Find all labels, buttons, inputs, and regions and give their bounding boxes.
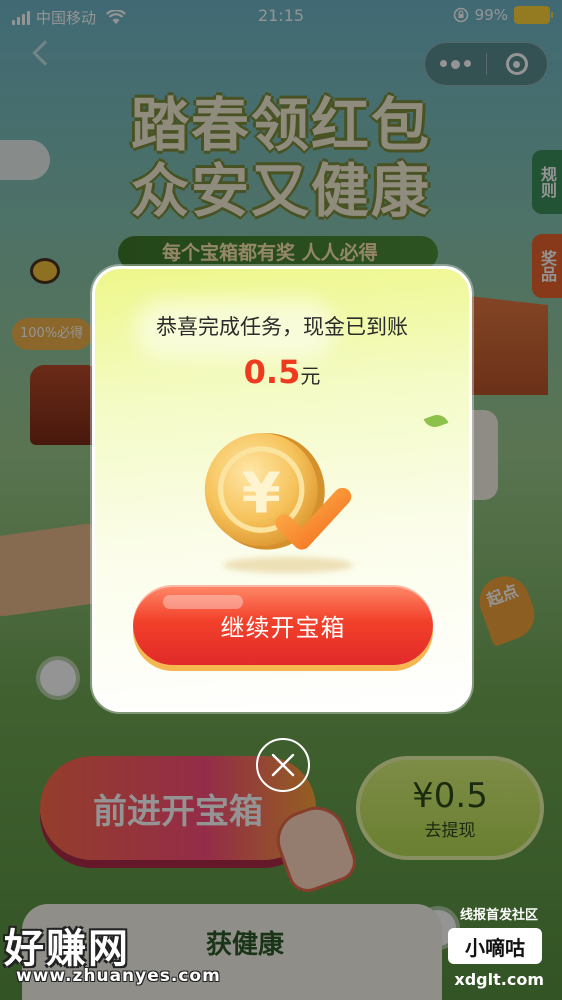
button-shine: [163, 595, 243, 609]
watermark-title-right: 线报首发社区: [459, 908, 538, 923]
coin-check-icon: ¥: [204, 433, 352, 550]
continue-open-chest-button[interactable]: 继续开宝箱: [133, 585, 433, 665]
reward-modal: 恭喜完成任务，现金已到账 0.5元 ¥ 继续开宝箱: [92, 266, 472, 712]
reward-unit: 元: [300, 364, 321, 388]
close-icon: [271, 753, 295, 777]
watermark-url-left: www.zhuanyes.com: [16, 966, 221, 986]
modal-amount-row: 0.5元: [95, 353, 469, 391]
modal-title: 恭喜完成任务，现金已到账: [156, 315, 408, 339]
watermark-badge-right: 小嘀咕: [448, 928, 542, 964]
reward-amount: 0.5: [243, 353, 301, 391]
close-modal-button[interactable]: [256, 738, 310, 792]
watermark-url-right: xdglt.com: [454, 970, 544, 989]
leaf-icon: [423, 411, 449, 431]
svg-text:¥: ¥: [242, 462, 281, 527]
continue-button-label: 继续开宝箱: [220, 613, 346, 642]
